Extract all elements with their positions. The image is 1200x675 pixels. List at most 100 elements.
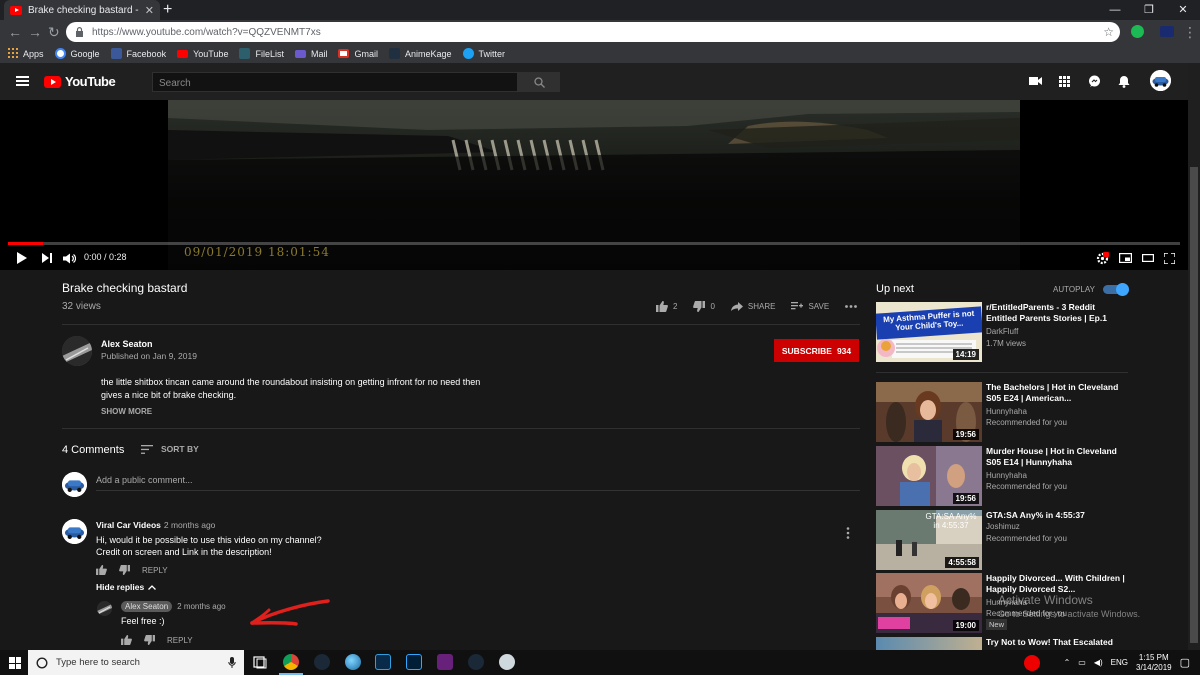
action-center-icon[interactable]: ▢ bbox=[1180, 656, 1190, 669]
taskbar-search-box[interactable]: Type here to search bbox=[28, 650, 244, 675]
windows-start-icon[interactable] bbox=[9, 657, 21, 669]
task-view-icon[interactable] bbox=[252, 654, 268, 670]
reply-button[interactable]: REPLY bbox=[142, 566, 168, 575]
share-button[interactable]: SHARE bbox=[730, 302, 775, 311]
recommended-video[interactable]: My Asthma Puffer is not Your Child's Toy… bbox=[876, 302, 1130, 362]
bookmark-star-icon[interactable]: ☆ bbox=[1103, 25, 1114, 39]
channel-avatar[interactable] bbox=[62, 336, 92, 366]
recommended-title[interactable]: The Bachelors | Hot in Cleveland S05 E24… bbox=[986, 382, 1126, 404]
reply-timestamp[interactable]: 2 months ago bbox=[177, 602, 225, 611]
steam-icon[interactable] bbox=[468, 654, 484, 670]
save-button[interactable]: SAVE bbox=[791, 302, 829, 311]
recommended-video[interactable]: 19:56 Murder House | Hot in Cleveland S0… bbox=[876, 446, 1130, 506]
restore-icon[interactable]: ❐ bbox=[1132, 0, 1166, 20]
video-thumbnail[interactable]: 19:00 bbox=[876, 573, 982, 633]
create-video-icon[interactable] bbox=[1028, 74, 1042, 88]
recommended-title[interactable]: Murder House | Hot in Cleveland S05 E14 … bbox=[986, 446, 1126, 468]
bookmark-facebook[interactable]: Facebook bbox=[110, 48, 166, 59]
recommended-title[interactable]: Happily Divorced... With Children | Happ… bbox=[986, 573, 1126, 595]
account-avatar[interactable] bbox=[1150, 70, 1171, 91]
creator-name-chip[interactable]: Alex Seaton bbox=[121, 601, 173, 612]
messages-icon[interactable] bbox=[1087, 74, 1101, 88]
progress-bar[interactable] bbox=[8, 242, 1180, 245]
apps-grid-icon[interactable] bbox=[1057, 74, 1071, 88]
channel-name[interactable]: Alex Seaton bbox=[101, 339, 153, 349]
microphone-icon[interactable] bbox=[228, 656, 236, 669]
thumbs-up-icon[interactable] bbox=[96, 565, 107, 575]
youtube-logo[interactable]: YouTube bbox=[44, 74, 116, 89]
extension-green-icon[interactable] bbox=[1131, 25, 1144, 38]
miniplayer-icon[interactable] bbox=[1119, 250, 1132, 266]
thumbs-down-icon[interactable] bbox=[144, 635, 155, 645]
bookmark-filelist[interactable]: FileList bbox=[239, 48, 284, 59]
thumbs-down-icon[interactable] bbox=[119, 565, 130, 575]
recommended-channel[interactable]: DarkFluff bbox=[986, 327, 1018, 336]
tab-close-icon[interactable]: ✕ bbox=[145, 4, 154, 17]
notifications-bell-icon[interactable] bbox=[1117, 74, 1131, 88]
show-more-button[interactable]: SHOW MORE bbox=[101, 407, 152, 416]
recommended-video[interactable]: GTA:SA Any% in 4:55:37 4:55:58 GTA:SA An… bbox=[876, 510, 1130, 570]
bookmark-mail[interactable]: Mail bbox=[294, 49, 327, 59]
sort-by-button[interactable]: SORT BY bbox=[141, 444, 199, 454]
recommended-video[interactable]: 19:56 The Bachelors | Hot in Cleveland S… bbox=[876, 382, 1130, 442]
fullscreen-icon[interactable] bbox=[1164, 250, 1175, 266]
reply-button[interactable]: REPLY bbox=[167, 636, 193, 645]
bookmark-twitter[interactable]: Twitter bbox=[462, 48, 505, 59]
scrollbar-thumb[interactable] bbox=[1190, 167, 1198, 643]
settings-gear-icon[interactable] bbox=[1096, 250, 1109, 266]
recommended-title[interactable]: r/EntitledParents - 3 Reddit Entitled Pa… bbox=[986, 302, 1126, 324]
bookmark-google[interactable]: Google bbox=[54, 48, 100, 59]
dislike-button[interactable]: 0 bbox=[693, 301, 715, 312]
autoplay-switch[interactable] bbox=[1102, 282, 1129, 296]
address-bar[interactable]: https://www.youtube.com/watch?v=QQZVENMT… bbox=[66, 22, 1120, 42]
video-thumbnail[interactable] bbox=[876, 637, 982, 650]
bookmark-animekage[interactable]: AnimeKage bbox=[389, 48, 452, 59]
video-thumbnail[interactable]: GTA:SA Any% in 4:55:37 4:55:58 bbox=[876, 510, 982, 570]
speaker-icon[interactable]: ◀) bbox=[1094, 658, 1103, 667]
bookmark-gmail[interactable]: Gmail bbox=[338, 49, 378, 59]
video-thumbnail[interactable]: 19:56 bbox=[876, 446, 982, 506]
tray-chevron-up-icon[interactable]: ⌃ bbox=[1064, 658, 1071, 667]
vegas-icon[interactable] bbox=[375, 654, 391, 670]
steam-icon[interactable] bbox=[314, 654, 330, 670]
language-indicator[interactable]: ENG bbox=[1111, 658, 1128, 667]
comment-timestamp[interactable]: 2 months ago bbox=[164, 520, 216, 530]
theater-mode-icon[interactable] bbox=[1142, 250, 1154, 266]
globe-app-icon[interactable] bbox=[345, 654, 361, 670]
forward-arrow-icon[interactable]: → bbox=[28, 23, 42, 41]
comment-author-name[interactable]: Viral Car Videos bbox=[96, 520, 161, 530]
hamburger-menu-icon[interactable] bbox=[16, 76, 29, 86]
recommended-video[interactable]: Try Not to Wow! That Escalated bbox=[876, 637, 1130, 650]
hide-replies-button[interactable]: Hide replies bbox=[96, 582, 157, 592]
visual-studio-icon[interactable] bbox=[437, 654, 453, 670]
taskbar-clock[interactable]: 1:15 PM 3/14/2019 bbox=[1136, 653, 1172, 673]
photoshop-icon[interactable] bbox=[406, 654, 422, 670]
like-button[interactable]: 2 bbox=[656, 301, 677, 312]
network-icon[interactable]: ▭ bbox=[1078, 658, 1086, 667]
extension-pc-icon[interactable] bbox=[1160, 26, 1174, 37]
browser-tab[interactable]: Brake checking bastard - YouTube ✕ bbox=[4, 0, 160, 20]
commenter-avatar[interactable] bbox=[62, 519, 87, 544]
antivirus-tray-icon[interactable] bbox=[1023, 654, 1040, 671]
recommended-title[interactable]: Try Not to Wow! That Escalated bbox=[986, 637, 1126, 648]
search-button[interactable] bbox=[518, 72, 560, 92]
recommended-channel[interactable]: Hunnyhaha bbox=[986, 407, 1027, 416]
volume-icon[interactable] bbox=[63, 250, 76, 266]
minimize-icon[interactable]: — bbox=[1098, 0, 1132, 20]
play-icon[interactable] bbox=[16, 250, 27, 266]
video-player[interactable]: 09/01/2019 18:01:54 0:00 / 0:28 bbox=[0, 100, 1188, 270]
window-close-icon[interactable]: ✕ bbox=[1166, 0, 1200, 20]
video-thumbnail[interactable]: 19:56 bbox=[876, 382, 982, 442]
more-actions-button[interactable] bbox=[845, 305, 858, 308]
bookmark-apps[interactable]: Apps bbox=[8, 47, 44, 60]
search-input[interactable] bbox=[153, 74, 517, 93]
browser-menu-icon[interactable]: ⋮ bbox=[1183, 23, 1197, 41]
back-arrow-icon[interactable]: ← bbox=[8, 23, 22, 41]
reply-author-avatar[interactable] bbox=[97, 601, 112, 616]
thumbs-up-icon[interactable] bbox=[121, 635, 132, 645]
new-tab-button[interactable]: + bbox=[163, 1, 172, 19]
video-thumbnail[interactable]: My Asthma Puffer is not Your Child's Toy… bbox=[876, 302, 982, 362]
page-scrollbar[interactable] bbox=[1188, 63, 1200, 650]
subscribe-button[interactable]: SUBSCRIBE 934 bbox=[774, 339, 859, 362]
recommended-channel[interactable]: Joshimuz bbox=[986, 522, 1020, 531]
